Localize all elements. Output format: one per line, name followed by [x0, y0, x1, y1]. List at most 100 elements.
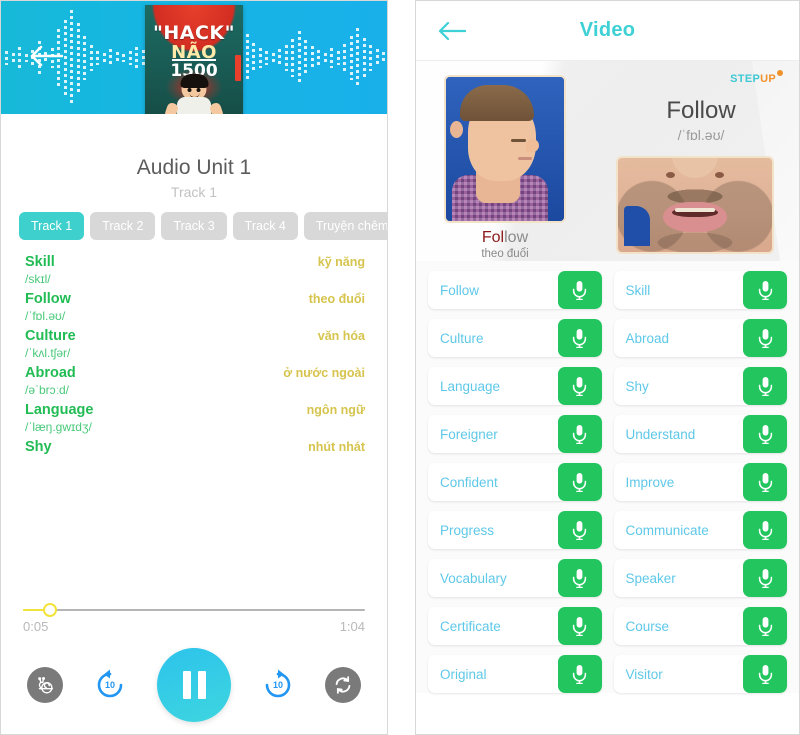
practice-word-label: Communicate — [625, 522, 709, 538]
vocab-translation: văn hóa — [317, 329, 365, 343]
practice-word-card[interactable]: Improve — [613, 463, 787, 501]
practice-word-card[interactable]: Confident — [428, 463, 602, 501]
vocab-translation: theo đuổi — [308, 292, 365, 306]
book-cover: Sách của Tâm Trang & Hà Nguyên "HACK" NÃ… — [145, 5, 243, 114]
practice-word-label: Shy — [625, 378, 649, 394]
microphone-icon[interactable] — [743, 463, 787, 501]
page-title: Video — [579, 19, 636, 41]
practice-word-card[interactable]: Understand — [613, 415, 787, 453]
track-tab-3[interactable]: Track 3 — [161, 212, 227, 240]
vocabulary-row[interactable]: Shy nhút nhát — [25, 439, 365, 455]
practice-word-card[interactable]: Culture — [428, 319, 602, 357]
vocab-translation: ở nước ngoài — [283, 366, 365, 380]
microphone-icon[interactable] — [557, 463, 602, 501]
microphone-icon[interactable] — [743, 607, 787, 645]
vocabulary-row[interactable]: Abroad ở nước ngoài/əˈbrɔːd/ — [25, 365, 365, 397]
track-tab-4[interactable]: Track 4 — [232, 212, 298, 240]
total-time: 1:04 — [339, 619, 365, 634]
vocabulary-row[interactable]: Skill kỹ năng/skɪl/ — [25, 254, 365, 286]
practice-word-card[interactable]: Vocabulary — [428, 559, 602, 597]
track-tab-5[interactable]: Truyện chêm — [303, 212, 387, 240]
time-labels: 0:05 1:04 — [23, 619, 365, 634]
microphone-icon[interactable] — [743, 655, 787, 693]
microphone-icon[interactable] — [557, 559, 602, 597]
practice-word-card[interactable]: Follow — [428, 271, 602, 309]
microphone-icon[interactable] — [557, 319, 602, 357]
practice-word-card[interactable]: Original — [428, 655, 602, 693]
vocabulary-list: Skill kỹ năng/skɪl/Follow theo đuổi/ˈfɒl.ə… — [1, 240, 387, 455]
practice-word-card[interactable]: Progress — [428, 511, 602, 549]
practice-word-card[interactable]: Visitor — [613, 655, 787, 693]
microphone-icon[interactable] — [557, 607, 602, 645]
page-subtitle: Track 1 — [170, 184, 218, 200]
practice-word-card[interactable]: Communicate — [613, 511, 787, 549]
vocab-word: Language — [25, 402, 94, 418]
word-vietnamese: theo đuổi — [481, 248, 529, 260]
practice-word-card[interactable]: Foreigner — [428, 415, 602, 453]
pause-icon[interactable] — [157, 648, 231, 722]
practice-word-label: Abroad — [625, 330, 670, 346]
practice-word-card[interactable]: Shy — [613, 367, 787, 405]
speaker-profile-photo[interactable] — [444, 75, 566, 223]
microphone-icon[interactable] — [743, 319, 787, 357]
current-word: Follow — [666, 97, 736, 124]
microphone-icon[interactable] — [557, 511, 602, 549]
vocab-word: Culture — [25, 328, 76, 344]
logo-dot — [777, 69, 783, 76]
practice-word-label: Original — [440, 666, 487, 682]
vocab-ipa: /ˈkʌl.tʃər/ — [25, 346, 71, 360]
vocabulary-row[interactable]: Follow theo đuổi/ˈfɒl.əʊ/ — [25, 291, 365, 323]
microphone-icon[interactable] — [743, 367, 787, 405]
microphone-icon[interactable] — [743, 511, 787, 549]
vocab-word: Abroad — [25, 365, 76, 381]
practice-word-label: Progress — [440, 522, 495, 538]
practice-word-card[interactable]: Abroad — [613, 319, 787, 357]
vocab-word: Shy — [25, 439, 52, 455]
track-tab-2[interactable]: Track 2 — [90, 212, 156, 240]
cover-spine — [235, 55, 241, 81]
forward-10-icon[interactable]: 10 — [261, 668, 295, 702]
rewind-10-icon[interactable]: 10 — [93, 668, 127, 702]
vocab-ipa: /skɪl/ — [25, 272, 51, 286]
audio-player-screen: Sách của Tâm Trang & Hà Nguyên "HACK" NÃ… — [0, 0, 388, 735]
microphone-icon[interactable] — [743, 559, 787, 597]
seek-thumb[interactable] — [43, 603, 58, 617]
mouth-closeup-photo[interactable] — [616, 156, 774, 254]
current-word-display: Follow /ˈfɒl.əʊ/ — [611, 97, 791, 143]
video-header: Video — [416, 1, 799, 61]
practice-words-grid: Follow Skill Culture Abroad Language Shy Forei… — [416, 261, 799, 693]
practice-word-label: Understand — [625, 426, 696, 442]
practice-word-label: Course — [625, 618, 670, 634]
microphone-icon[interactable] — [743, 415, 787, 453]
vocab-word: Skill — [25, 254, 55, 270]
practice-word-card[interactable]: Language — [428, 367, 602, 405]
microphone-icon[interactable] — [743, 271, 787, 309]
microphone-icon[interactable] — [557, 415, 602, 453]
back-arrow-icon[interactable] — [438, 21, 467, 41]
practice-word-label: Foreigner — [440, 426, 498, 442]
practice-word-card[interactable]: Speaker — [613, 559, 787, 597]
vocabulary-row[interactable]: Culture văn hóa/ˈkʌl.tʃər/ — [25, 328, 365, 360]
back-arrow-icon[interactable] — [29, 45, 64, 67]
practice-word-card[interactable]: Skill — [613, 271, 787, 309]
logo-step: STEP — [730, 73, 761, 85]
microphone-icon[interactable] — [557, 271, 602, 309]
practice-word-label: Follow — [440, 282, 480, 298]
practice-word-card[interactable]: Course — [613, 607, 787, 645]
repeat-icon[interactable] — [325, 667, 361, 703]
slow-speed-snail-icon[interactable] — [27, 667, 63, 703]
vocab-translation: ngôn ngữ — [306, 403, 365, 417]
word-rest: low — [504, 229, 529, 246]
forward-badge: 10 — [272, 680, 283, 690]
practice-word-label: Improve — [625, 474, 675, 490]
seek-bar[interactable] — [23, 603, 365, 617]
microphone-icon[interactable] — [557, 655, 602, 693]
video-preview-area: STEPUP Follow theo đuổi Follow /ˈfɒl.əʊ/ — [416, 61, 799, 261]
microphone-icon[interactable] — [557, 367, 602, 405]
vocab-ipa: /ˈfɒl.əʊ/ — [25, 309, 66, 323]
word-highlight: Fol — [481, 229, 505, 246]
track-tab-1[interactable]: Track 1 — [19, 212, 85, 240]
practice-word-card[interactable]: Certificate — [428, 607, 602, 645]
vocabulary-row[interactable]: Language ngôn ngữ/ˈlæŋ.gwɪdʒ/ — [25, 402, 365, 434]
video-screen: Video STEPUP Follow theo đuổi Follow /ˈf… — [415, 0, 800, 735]
